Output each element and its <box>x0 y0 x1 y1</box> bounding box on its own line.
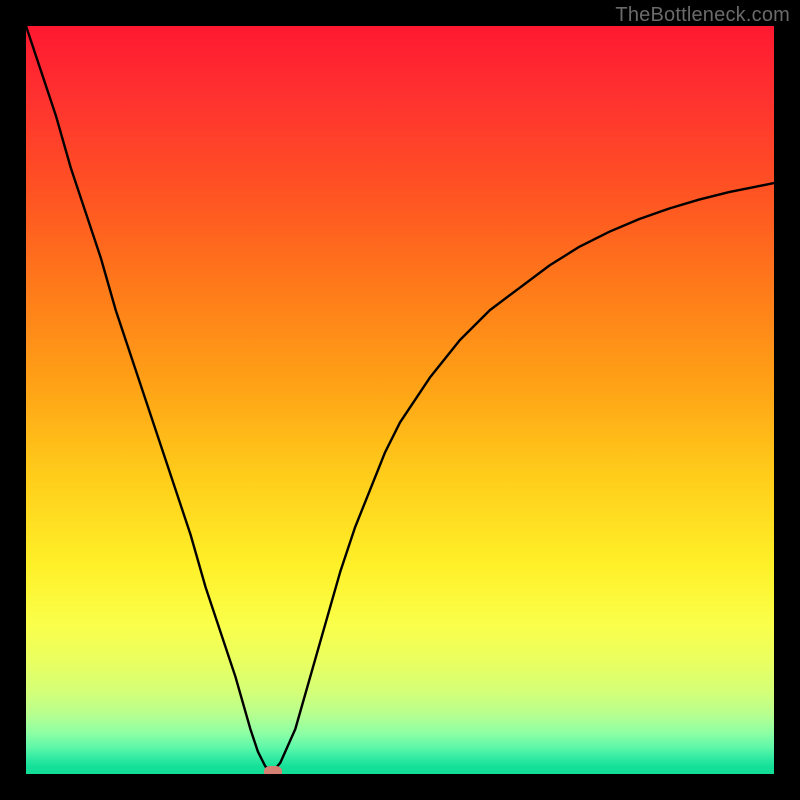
plot-area <box>26 26 774 774</box>
watermark-text: TheBottleneck.com <box>615 4 790 27</box>
chart-container: TheBottleneck.com <box>0 0 800 800</box>
bottleneck-curve <box>26 26 774 774</box>
minimum-marker <box>264 766 282 774</box>
